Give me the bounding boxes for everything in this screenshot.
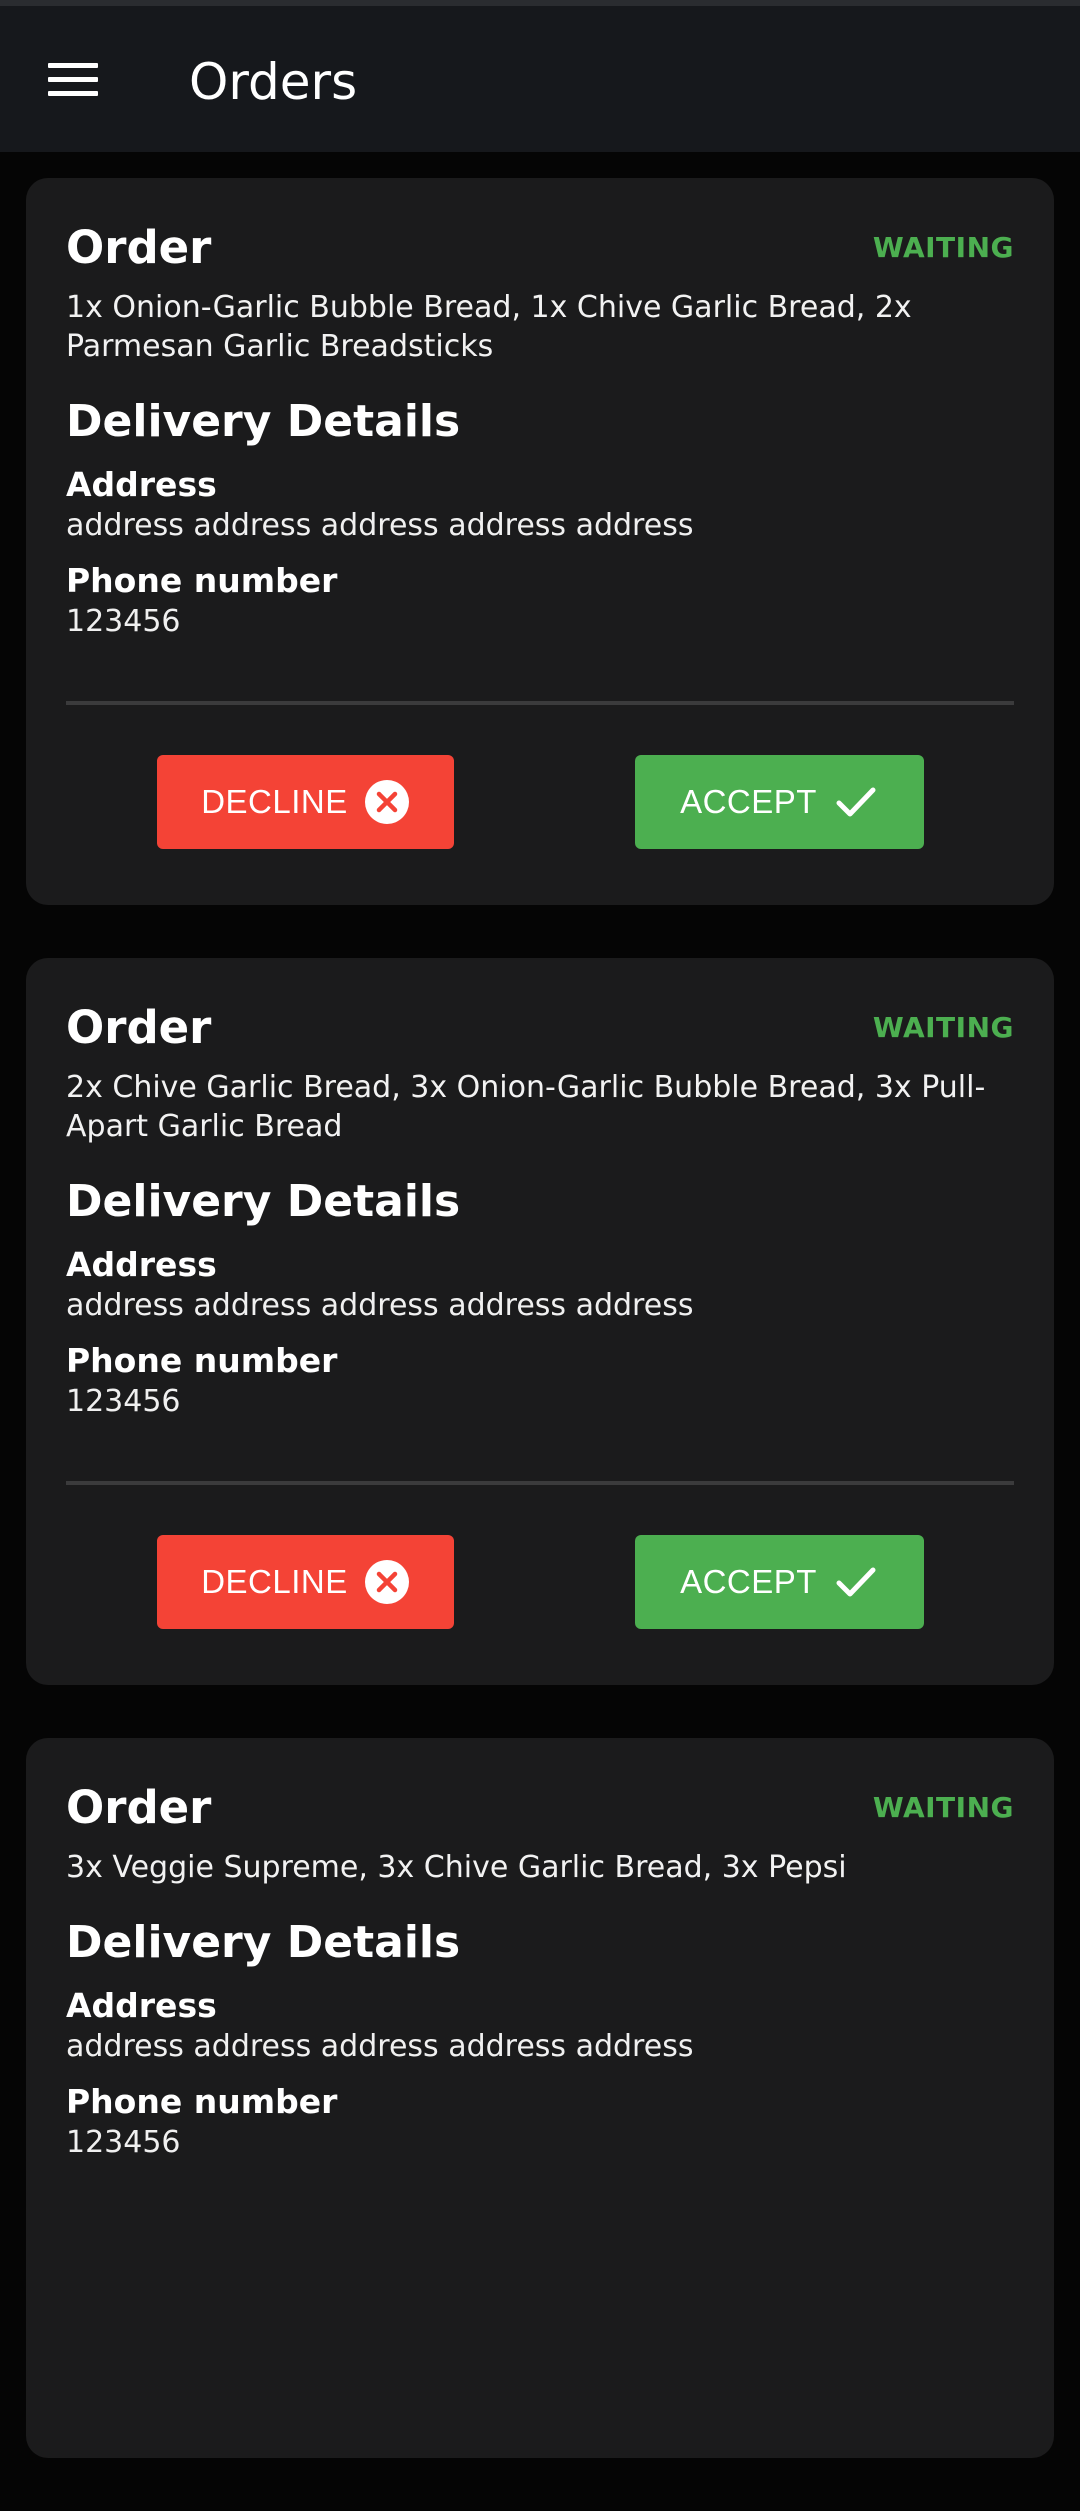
- accept-label: ACCEPT: [680, 783, 817, 820]
- order-items: 3x Veggie Supreme, 3x Chive Garlic Bread…: [66, 1850, 847, 1885]
- status-badge: WAITING: [872, 1010, 1014, 1044]
- status-badge: WAITING: [872, 1790, 1014, 1824]
- decline-button[interactable]: DECLINE: [157, 1535, 454, 1629]
- decline-label: DECLINE: [201, 1563, 348, 1600]
- cancel-circle-icon: [364, 779, 410, 825]
- phone-label: Phone number: [66, 2082, 338, 2121]
- cancel-circle-icon: [364, 1559, 410, 1605]
- order-title: Order: [66, 1780, 212, 1834]
- order-actions: DECLINE ACCEPT: [26, 1535, 1054, 1629]
- app-bar: Orders: [0, 6, 1080, 152]
- address-value: address address address address address: [66, 508, 694, 543]
- phone-label: Phone number: [66, 1341, 338, 1380]
- order-title: Order: [66, 220, 212, 274]
- phone-value: 123456: [66, 604, 181, 639]
- order-items: 2x Chive Garlic Bread, 3x Onion-Garlic B…: [66, 1070, 986, 1144]
- checkmark-icon: [833, 1559, 879, 1605]
- address-value: address address address address address: [66, 1288, 694, 1323]
- accept-label: ACCEPT: [680, 1563, 817, 1600]
- address-label: Address: [66, 1986, 217, 2025]
- phone-value: 123456: [66, 2125, 181, 2160]
- status-badge: WAITING: [872, 230, 1014, 264]
- delivery-details-heading: Delivery Details: [66, 1917, 461, 1968]
- checkmark-icon: [833, 779, 879, 825]
- decline-label: DECLINE: [201, 783, 348, 820]
- orders-list: Order WAITING 1x Onion-Garlic Bubble Bre…: [26, 178, 1054, 2511]
- phone-value: 123456: [66, 1384, 181, 1419]
- address-label: Address: [66, 1245, 217, 1284]
- hamburger-menu-icon[interactable]: [40, 52, 106, 106]
- delivery-details-heading: Delivery Details: [66, 396, 461, 447]
- order-title: Order: [66, 1000, 212, 1054]
- accept-button[interactable]: ACCEPT: [635, 755, 924, 849]
- divider: [66, 1481, 1014, 1485]
- order-items: 1x Onion-Garlic Bubble Bread, 1x Chive G…: [66, 290, 912, 364]
- order-card: Order WAITING 1x Onion-Garlic Bubble Bre…: [26, 178, 1054, 905]
- order-card: Order WAITING 3x Veggie Supreme, 3x Chiv…: [26, 1738, 1054, 2458]
- order-actions: DECLINE ACCEPT: [26, 755, 1054, 849]
- delivery-details-heading: Delivery Details: [66, 1176, 461, 1227]
- address-label: Address: [66, 465, 217, 504]
- order-card: Order WAITING 2x Chive Garlic Bread, 3x …: [26, 958, 1054, 1685]
- phone-label: Phone number: [66, 561, 338, 600]
- decline-button[interactable]: DECLINE: [157, 755, 454, 849]
- address-value: address address address address address: [66, 2029, 694, 2064]
- page-title: Orders: [189, 53, 358, 111]
- accept-button[interactable]: ACCEPT: [635, 1535, 924, 1629]
- divider: [66, 701, 1014, 705]
